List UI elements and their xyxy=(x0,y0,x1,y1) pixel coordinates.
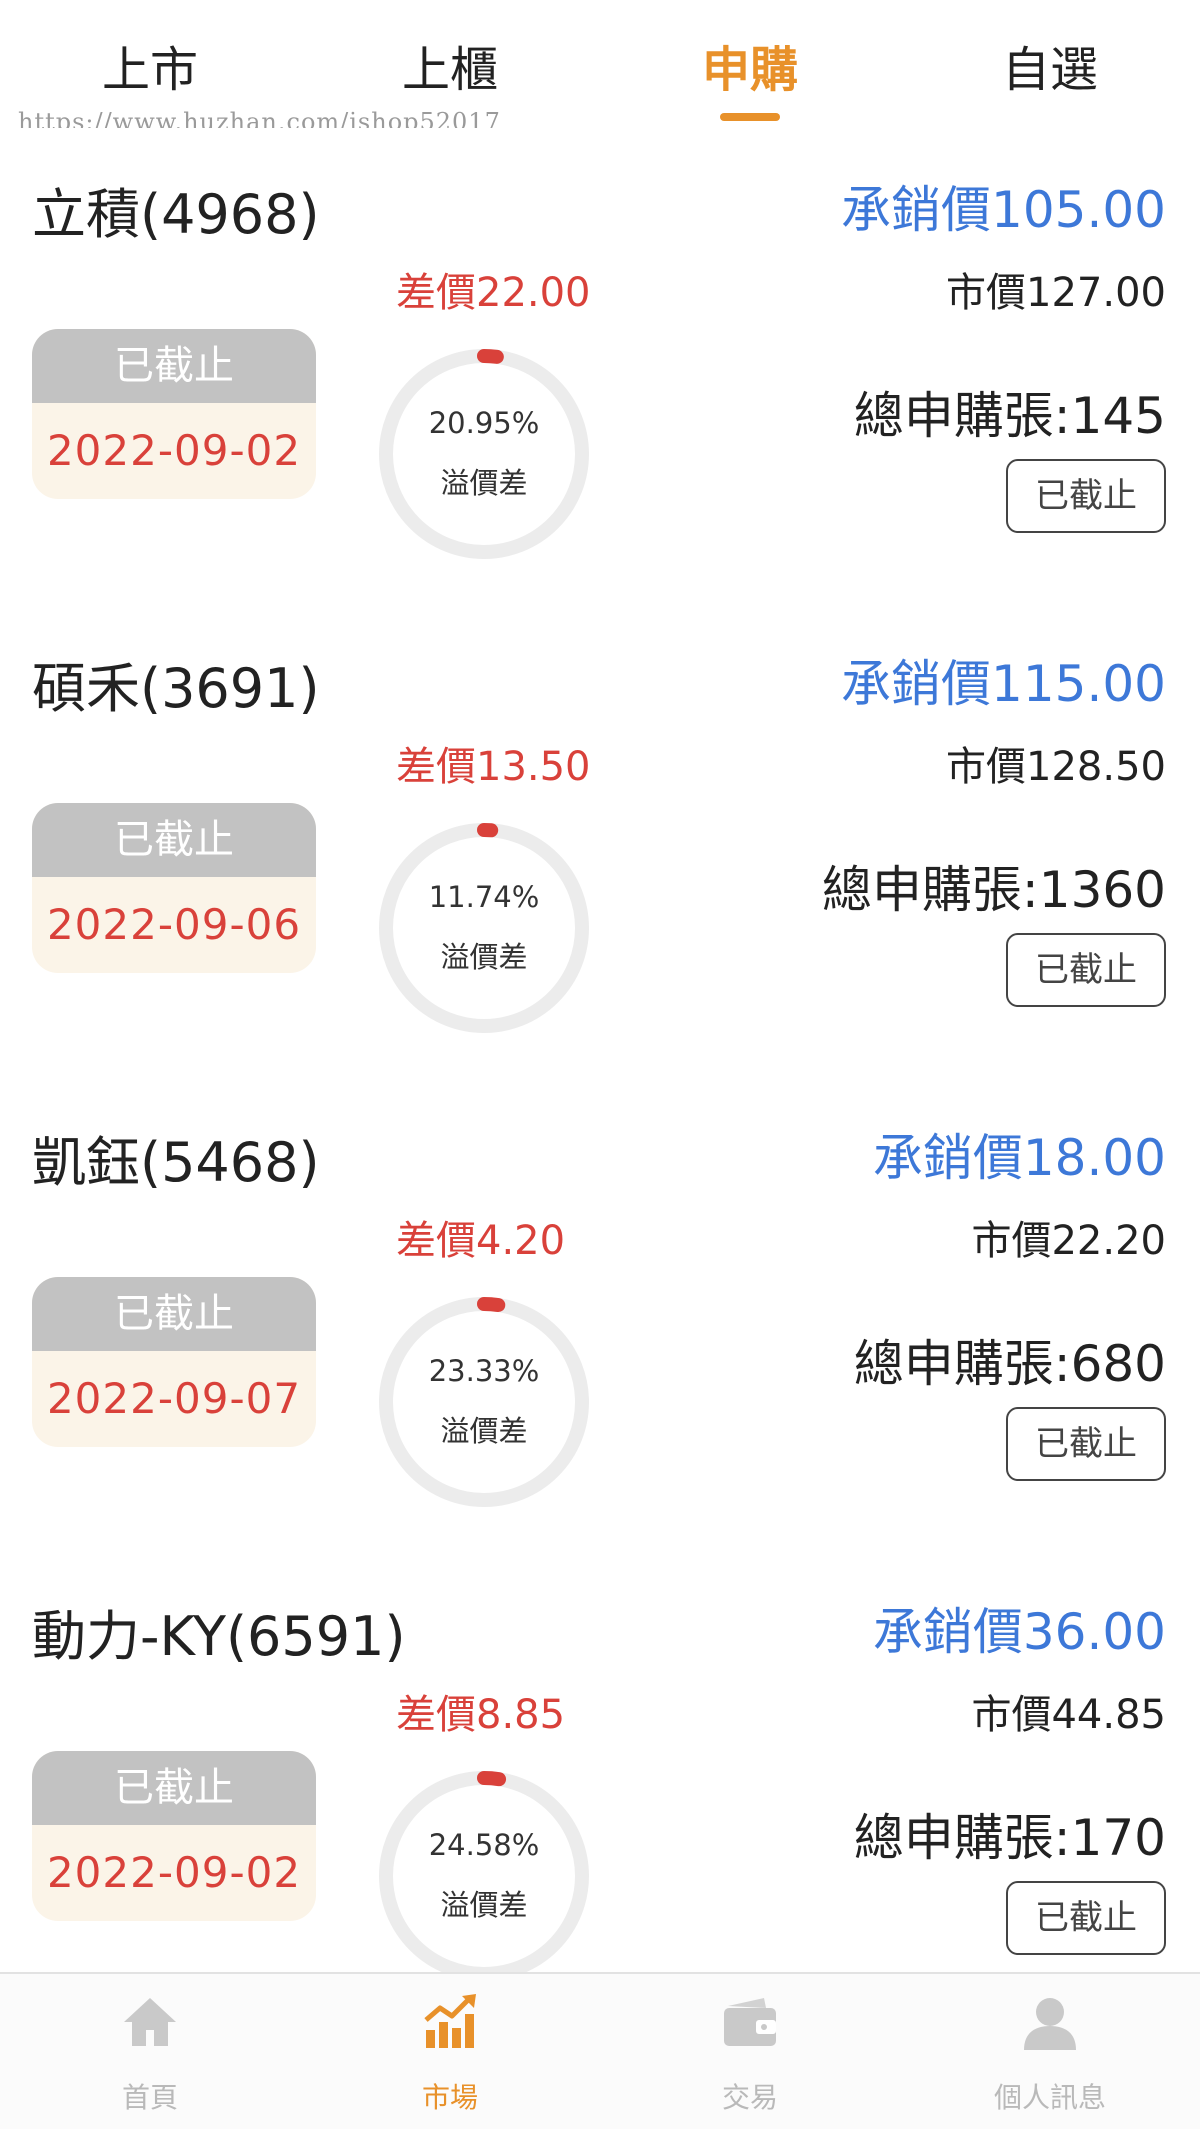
date-box: 已截止 2022-09-06 xyxy=(32,803,316,973)
premium-label: 溢價差 xyxy=(440,940,528,974)
closed-button[interactable]: 已截止 xyxy=(1006,1881,1166,1955)
premium-ring: 23.33% 溢價差 xyxy=(376,1294,592,1510)
premium-ring-graphic xyxy=(379,1297,589,1507)
premium-percent: 11.74% xyxy=(428,880,540,914)
chart-icon xyxy=(424,1994,476,2048)
subscription-date: 2022-09-02 xyxy=(46,426,302,475)
stock-name: 凱鈺(5468) xyxy=(32,1131,320,1194)
subscription-date: 2022-09-07 xyxy=(46,1374,302,1423)
status-label: 已截止 xyxy=(32,1277,316,1351)
subscription-card[interactable]: 碩禾(3691) 承銷價115.00 差價13.50 市價128.50 已截止 … xyxy=(0,602,1200,1078)
premium-ring-graphic xyxy=(379,823,589,1033)
premium-ring: 24.58% 溢價差 xyxy=(376,1768,592,1984)
nav-trade-label: 交易 xyxy=(721,2081,778,2114)
premium-label: 溢價差 xyxy=(440,1888,528,1922)
premium-percent: 20.95% xyxy=(428,406,540,440)
nav-profile-label: 個人訊息 xyxy=(993,2081,1106,2114)
total-applications: 總申購張:680 xyxy=(853,1335,1166,1393)
underwriting-price: 承銷價36.00 xyxy=(872,1603,1166,1661)
market-price: 市價127.00 xyxy=(946,270,1166,316)
closed-button[interactable]: 已截止 xyxy=(1006,1407,1166,1481)
subscription-card[interactable]: 立積(4968) 承銷價105.00 差價22.00 市價127.00 已截止 … xyxy=(0,128,1200,604)
nav-trade[interactable]: 交易 xyxy=(600,1974,900,2129)
tab-watchlist[interactable]: 自選 xyxy=(900,30,1200,100)
price-difference: 差價13.50 xyxy=(396,744,591,790)
stock-name: 碩禾(3691) xyxy=(32,657,320,720)
wallet-icon xyxy=(724,1998,776,2046)
underwriting-price: 承銷價18.00 xyxy=(872,1129,1166,1187)
subscription-date: 2022-09-02 xyxy=(46,1848,302,1897)
status-label: 已截止 xyxy=(32,329,316,403)
date-box: 已截止 2022-09-07 xyxy=(32,1277,316,1447)
subscription-card[interactable]: 凱鈺(5468) 承銷價18.00 差價4.20 市價22.20 已截止 202… xyxy=(0,1076,1200,1552)
nav-market-label: 市場 xyxy=(421,2081,478,2114)
market-price: 市價22.20 xyxy=(971,1218,1166,1264)
status-label: 已截止 xyxy=(32,803,316,877)
market-price: 市價128.50 xyxy=(946,744,1166,790)
premium-ring-graphic xyxy=(379,1771,589,1981)
top-tab-bar: 上市 上櫃 申購 自選 https://www.huzhan.com/ishop… xyxy=(0,0,1200,136)
price-difference: 差價4.20 xyxy=(396,1218,566,1264)
subscription-date: 2022-09-06 xyxy=(46,900,302,949)
premium-percent: 24.58% xyxy=(428,1828,540,1862)
premium-ring-graphic xyxy=(379,349,589,559)
date-box: 已截止 2022-09-02 xyxy=(32,1751,316,1921)
underwriting-price: 承銷價105.00 xyxy=(841,181,1166,239)
premium-ring: 20.95% 溢價差 xyxy=(376,346,592,562)
premium-ring: 11.74% 溢價差 xyxy=(376,820,592,1036)
bottom-navigation: 首頁 市場 交易 個人訊息 xyxy=(0,1972,1200,2129)
active-tab-indicator xyxy=(720,113,780,121)
stock-name: 動力-KY(6591) xyxy=(32,1605,406,1668)
tab-otc[interactable]: 上櫃 xyxy=(300,30,600,100)
closed-button[interactable]: 已截止 xyxy=(1006,933,1166,1007)
total-applications: 總申購張:170 xyxy=(853,1809,1166,1867)
price-difference: 差價22.00 xyxy=(396,270,591,316)
tab-subscription[interactable]: 申購 xyxy=(600,30,900,100)
subscription-card[interactable]: 動力-KY(6591) 承銷價36.00 差價8.85 市價44.85 已截止 … xyxy=(0,1550,1200,2026)
home-icon xyxy=(124,1998,176,2046)
underwriting-price: 承銷價115.00 xyxy=(841,655,1166,713)
tab-listed[interactable]: 上市 xyxy=(0,30,300,100)
nav-home-label: 首頁 xyxy=(121,2081,178,2114)
total-applications: 總申購張:145 xyxy=(853,387,1166,445)
premium-percent: 23.33% xyxy=(428,1354,540,1388)
person-icon xyxy=(1024,1998,1076,2050)
nav-market[interactable]: 市場 xyxy=(300,1974,600,2129)
status-label: 已截止 xyxy=(32,1751,316,1825)
market-price: 市價44.85 xyxy=(971,1692,1166,1738)
nav-profile[interactable]: 個人訊息 xyxy=(900,1974,1200,2129)
date-box: 已截止 2022-09-02 xyxy=(32,329,316,499)
price-difference: 差價8.85 xyxy=(396,1692,566,1738)
closed-button[interactable]: 已截止 xyxy=(1006,459,1166,533)
premium-label: 溢價差 xyxy=(440,1414,528,1448)
nav-home[interactable]: 首頁 xyxy=(0,1974,300,2129)
premium-label: 溢價差 xyxy=(440,466,528,500)
total-applications: 總申購張:1360 xyxy=(821,861,1166,919)
stock-name: 立積(4968) xyxy=(32,183,320,246)
